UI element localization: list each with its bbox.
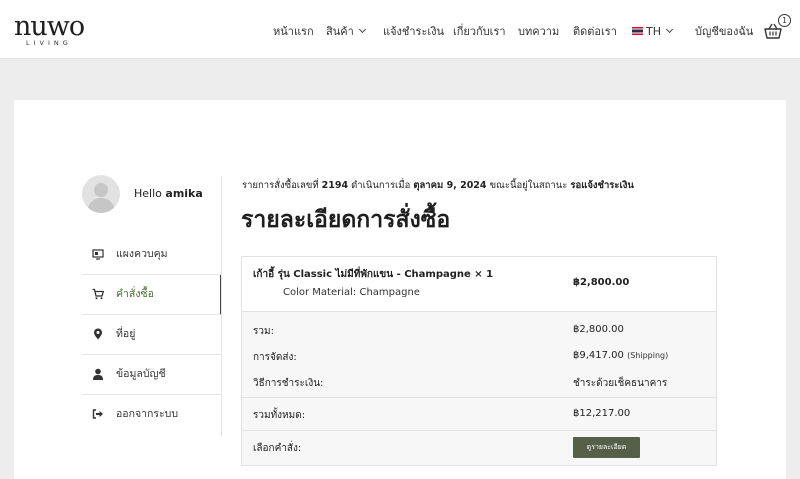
user-profile: Hello amika [82,175,222,215]
grand-total-row: รวมทั้งหมด: ฿12,217.00 [242,398,716,431]
username: amika [165,187,203,200]
shipping-value: ฿9,417.00 (Shipping) [573,350,669,361]
thai-flag-icon [632,27,643,35]
account-menu: แผงควบคุม คำสั่งซื้อ ที่อยู่ ข้อมูลบัญชี [82,235,222,435]
nav-item-home[interactable]: หน้าแรก [273,24,314,40]
order-totals-group: รวม: ฿2,800.00 การจัดส่ง: ฿9,417.00 (Shi… [242,312,716,398]
nav-item-about[interactable]: เกี่ยวกับเรา [453,24,506,40]
sidebar-item-label: ข้อมูลบัญชี [116,368,166,380]
sign-out-icon [92,409,103,419]
sidebar-item-account-details[interactable]: ข้อมูลบัญชี [82,355,222,395]
grand-total-value: ฿12,217.00 [573,408,631,419]
chevron-down-icon [665,25,674,34]
grand-total-label: รวมทั้งหมด: [253,410,306,421]
brand-tagline: LIVING [26,39,72,47]
dashboard-icon [92,249,104,260]
sidebar-item-label: แผงควบคุม [116,248,168,260]
actions-label: เลือกคำสั่ง: [253,443,302,454]
chevron-down-icon [358,25,366,34]
sidebar-item-label: ที่อยู่ [116,328,136,340]
order-item-row: เก้าอี้ รุ่น Classic ไม่มีที่พักแขน - Ch… [242,257,716,312]
shipping-label: การจัดส่ง: [253,352,297,363]
map-marker-icon [94,328,102,340]
cart-icon [92,288,104,300]
user-placeholder-icon [87,183,115,213]
greeting: Hello amika [134,187,203,200]
avatar [82,175,120,213]
user-icon [93,368,103,380]
page-title: รายละเอียดการสั่งซื้อ [241,207,451,233]
site-header: nuwo LIVING หน้าแรก สินค้า แจ้งชำระเงิน … [0,0,800,59]
item-total: ฿2,800.00 [573,277,630,288]
product-meta: Color Material: Champagne [283,287,420,298]
sidebar-item-label: คำสั่งซื้อ [116,288,154,300]
brand-name: nuwo [14,11,85,42]
sidebar-item-addresses[interactable]: ที่อยู่ [82,315,222,355]
payment-method-label: วิธีการชำระเงิน: [253,378,324,389]
product-name[interactable]: เก้าอี้ รุ่น Classic ไม่มีที่พักแขน - Ch… [253,267,493,282]
sidebar-item-label: ออกจากระบบ [116,408,178,420]
content-card: Hello amika แผงควบคุม คำสั่งซื้อ ที่อยู่… [14,100,786,479]
subtotal-value: ฿2,800.00 [573,324,624,335]
sidebar-divider [221,176,222,436]
brand-logo[interactable]: nuwo LIVING [14,12,94,48]
order-details-table: เก้าอี้ รุ่น Classic ไม่มีที่พักแขน - Ch… [241,256,717,466]
cart-count-badge: 1 [778,14,791,27]
nav-item-my-account[interactable]: บัญชีของฉัน [695,24,753,40]
nav-item-articles[interactable]: บทความ [518,24,559,40]
order-number: 2194 [321,180,349,191]
sidebar-item-dashboard[interactable]: แผงควบคุม [82,235,222,275]
language-switcher[interactable]: TH [632,24,674,40]
nav-item-contact[interactable]: ติดต่อเรา [573,24,617,40]
order-actions-row: เลือกคำสั่ง: ดูรายละเอียด [242,431,716,465]
sidebar-item-orders[interactable]: คำสั่งซื้อ [82,275,222,315]
payment-method-value: ชำระด้วยเช็คธนาคาร [573,378,668,389]
sidebar-item-logout[interactable]: ออกจากระบบ [82,395,222,435]
view-details-button[interactable]: ดูรายละเอียด [573,437,640,458]
order-status-line: รายการสั่งซื้อเลขที่ 2194 ดำเนินการเมื่อ… [242,180,634,191]
nav-item-products[interactable]: สินค้า [326,24,366,40]
nav-item-payment-notice[interactable]: แจ้งชำระเงิน [383,24,444,40]
subtotal-label: รวม: [253,326,274,337]
order-date: ตุลาคม 9, 2024 [413,180,487,191]
order-status: รอแจ้งชำระเงิน [570,180,634,191]
